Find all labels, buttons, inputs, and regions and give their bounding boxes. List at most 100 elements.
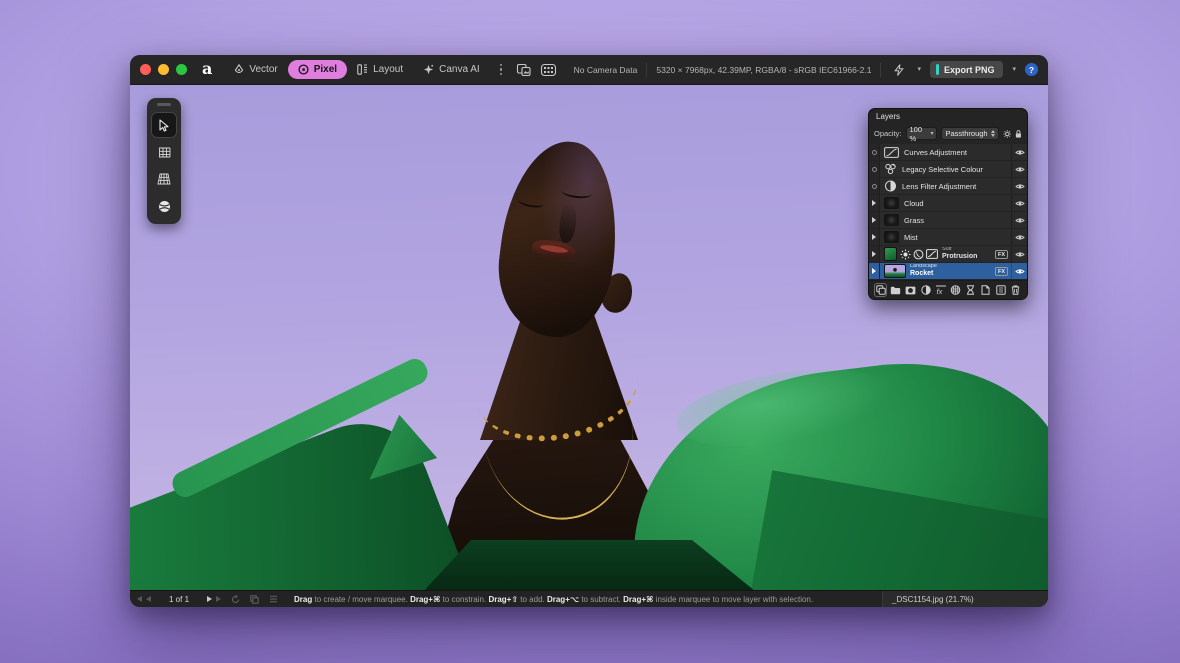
visibility-toggle[interactable] bbox=[1011, 161, 1027, 177]
layer-thumbnail bbox=[884, 197, 899, 209]
page-indicator: 1 of 1 bbox=[169, 594, 190, 604]
snapshot-button[interactable] bbox=[964, 283, 977, 297]
visibility-toggle[interactable] bbox=[1011, 144, 1027, 160]
expand-chevron-icon[interactable] bbox=[869, 195, 880, 211]
tab-vector[interactable]: Vector bbox=[224, 60, 287, 79]
adjustment-icon bbox=[920, 285, 931, 295]
help-button[interactable]: ? bbox=[1025, 63, 1038, 76]
tool-perspective-warp[interactable] bbox=[151, 166, 177, 192]
fx-icon: fx bbox=[935, 285, 946, 295]
expand-chevron-icon[interactable] bbox=[869, 263, 880, 279]
tab-layout[interactable]: Layout bbox=[347, 60, 413, 79]
lock-icon[interactable] bbox=[1015, 129, 1022, 139]
delete-layer-button[interactable] bbox=[1009, 283, 1022, 297]
layer-name: Cloud bbox=[904, 198, 924, 208]
export-options-caret[interactable]: ▾ bbox=[1012, 66, 1016, 73]
minimize-window-button[interactable] bbox=[158, 64, 169, 75]
new-empty-layer-button[interactable] bbox=[994, 283, 1007, 297]
layer-row-cloud[interactable]: Cloud bbox=[869, 195, 1027, 212]
layer-row-suit[interactable]: Suit Protrusion FX bbox=[869, 246, 1027, 263]
tool-move[interactable] bbox=[151, 112, 177, 138]
linked-adjustment-icons bbox=[900, 248, 938, 260]
tool-mesh-grid[interactable] bbox=[151, 139, 177, 165]
mask-layer-button[interactable] bbox=[904, 283, 917, 297]
paste-frames-button[interactable] bbox=[516, 63, 532, 77]
layer-row-grass[interactable]: Grass bbox=[869, 212, 1027, 229]
layer-effects-button[interactable]: fx bbox=[934, 283, 947, 297]
layer-name: Mist bbox=[904, 232, 918, 242]
blend-mode-dropdown[interactable]: Passthrough bbox=[941, 127, 999, 140]
folder-icon bbox=[890, 286, 901, 294]
visibility-toggle[interactable] bbox=[1011, 212, 1027, 228]
layout-persona-icon bbox=[357, 64, 368, 75]
layer-edit-toggle[interactable] bbox=[869, 161, 880, 177]
moon-icon bbox=[913, 249, 924, 259]
new-page-icon bbox=[981, 285, 990, 295]
visibility-toggle[interactable] bbox=[1011, 246, 1027, 262]
adjustment-layer-button[interactable] bbox=[919, 283, 932, 297]
layer-labels: Suit Protrusion bbox=[942, 247, 992, 260]
duplicate-layers-icon bbox=[875, 285, 886, 295]
clone-view-button[interactable] bbox=[250, 594, 259, 604]
layer-name: Protrusion bbox=[942, 253, 978, 261]
zoom-window-button[interactable] bbox=[176, 64, 187, 75]
next-page-button[interactable] bbox=[207, 596, 213, 602]
quick-actions-caret[interactable]: ▾ bbox=[917, 66, 921, 73]
tool-liquify-sphere[interactable] bbox=[151, 193, 177, 219]
previous-page-button[interactable] bbox=[146, 596, 151, 602]
layer-name: Lens Filter Adjustment bbox=[902, 181, 977, 191]
list-view-button[interactable] bbox=[269, 595, 278, 603]
layer-row-curves[interactable]: Curves Adjustment bbox=[869, 144, 1027, 161]
page-navigation: 1 of 1 bbox=[137, 594, 278, 604]
layer-row-mist[interactable]: Mist bbox=[869, 229, 1027, 246]
last-page-button[interactable] bbox=[216, 596, 222, 602]
opacity-dropdown[interactable]: 100 % ▾ bbox=[905, 125, 938, 143]
layers-bottom-toolbar: fx bbox=[869, 280, 1027, 299]
lightning-icon bbox=[894, 63, 905, 76]
selective-colour-icon bbox=[885, 163, 896, 175]
tab-pixel[interactable]: Pixel bbox=[287, 60, 348, 79]
expand-chevron-icon[interactable] bbox=[869, 229, 880, 245]
stepper-icons bbox=[990, 130, 995, 137]
layer-edit-toggle[interactable] bbox=[869, 144, 880, 160]
fx-badge[interactable]: FX bbox=[994, 266, 1008, 276]
expand-chevron-icon[interactable] bbox=[869, 212, 880, 228]
layer-thumbnail bbox=[884, 214, 899, 226]
selection-handles-button[interactable] bbox=[540, 63, 557, 77]
close-window-button[interactable] bbox=[140, 64, 151, 75]
expand-chevron-icon[interactable] bbox=[869, 246, 880, 262]
tool-palette bbox=[147, 98, 181, 224]
palette-drag-handle[interactable] bbox=[157, 103, 171, 106]
export-label: Export PNG bbox=[943, 64, 995, 75]
layer-row-rocket[interactable]: Landscape Rocket FX bbox=[869, 263, 1027, 280]
eye-icon bbox=[1014, 251, 1025, 257]
quick-actions-button[interactable] bbox=[894, 63, 905, 76]
new-layer-button[interactable] bbox=[979, 283, 992, 297]
new-group-button[interactable] bbox=[889, 283, 902, 297]
export-png-button[interactable]: Export PNG bbox=[929, 61, 1004, 78]
app-window: a Vector Pixel Layout Canva AI No Camera… bbox=[130, 55, 1048, 607]
rotate-view-button[interactable] bbox=[231, 594, 240, 604]
opacity-label: Opacity: bbox=[874, 129, 902, 138]
live-filter-button[interactable] bbox=[949, 283, 962, 297]
layers-panel-title: Layers bbox=[876, 112, 901, 121]
more-personas-menu[interactable] bbox=[499, 63, 503, 76]
export-accent-bar bbox=[935, 64, 939, 75]
edit-all-layers-button[interactable] bbox=[874, 283, 887, 297]
affinity-logo: a bbox=[202, 59, 213, 78]
visibility-toggle[interactable] bbox=[1011, 195, 1027, 211]
visibility-toggle[interactable] bbox=[1011, 229, 1027, 245]
toolbar-right-group: No Camera Data 5320 × 7968px, 42.39MP, R… bbox=[574, 61, 1038, 78]
cursor-arrow-icon bbox=[159, 118, 169, 132]
layer-row-selective-colour[interactable]: Legacy Selective Colour bbox=[869, 161, 1027, 178]
layer-edit-toggle[interactable] bbox=[869, 178, 880, 194]
first-page-button[interactable] bbox=[137, 596, 142, 602]
stacked-frames-icon bbox=[517, 63, 531, 76]
layers-list: Curves Adjustment Legacy Selective Colou… bbox=[869, 144, 1027, 280]
visibility-toggle[interactable] bbox=[1011, 263, 1027, 279]
fx-badge[interactable]: FX bbox=[994, 249, 1008, 259]
visibility-toggle[interactable] bbox=[1011, 178, 1027, 194]
gear-icon[interactable] bbox=[1003, 129, 1012, 139]
layer-row-lens-filter[interactable]: Lens Filter Adjustment bbox=[869, 178, 1027, 195]
tab-canva-ai[interactable]: Canva AI bbox=[413, 60, 490, 79]
